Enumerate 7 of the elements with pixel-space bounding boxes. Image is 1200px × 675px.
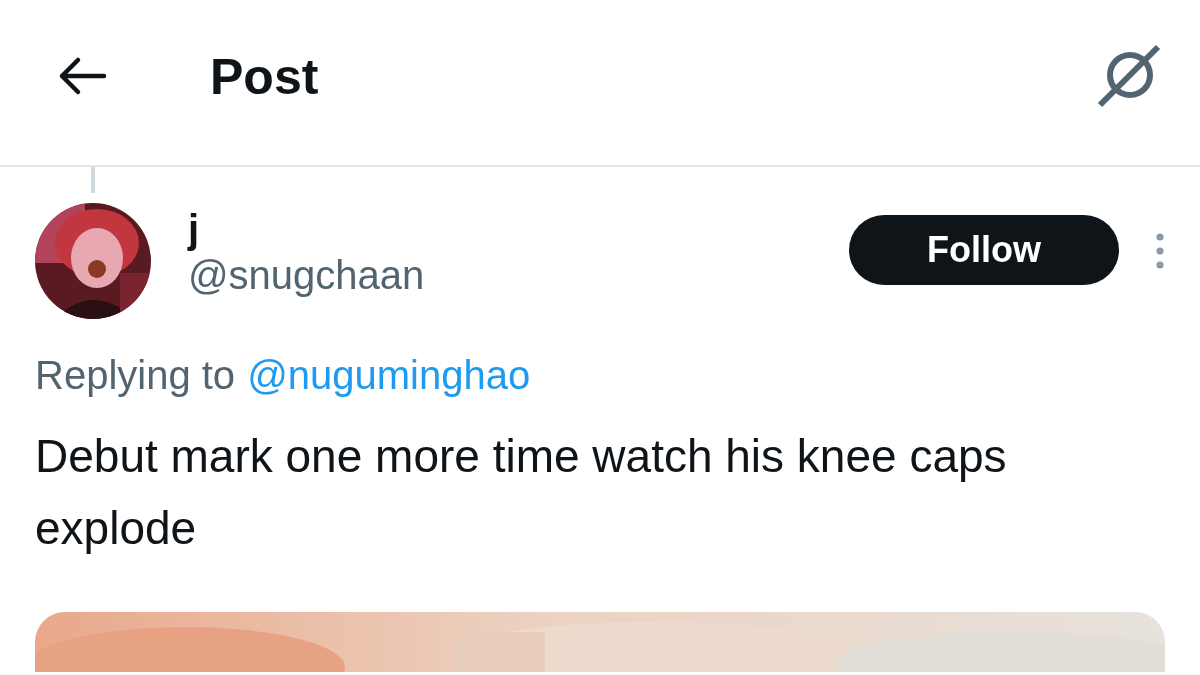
author-handle[interactable]: @snugchaan xyxy=(188,251,425,299)
author-name[interactable]: j xyxy=(188,207,425,251)
more-options-icon[interactable] xyxy=(1155,233,1165,269)
page-title: Post xyxy=(210,47,319,106)
replying-to-label: Replying to xyxy=(35,353,236,398)
post-text: Debut mark one more time watch his knee caps explode xyxy=(35,429,1008,556)
follow-button[interactable]: Follow xyxy=(849,215,1119,285)
